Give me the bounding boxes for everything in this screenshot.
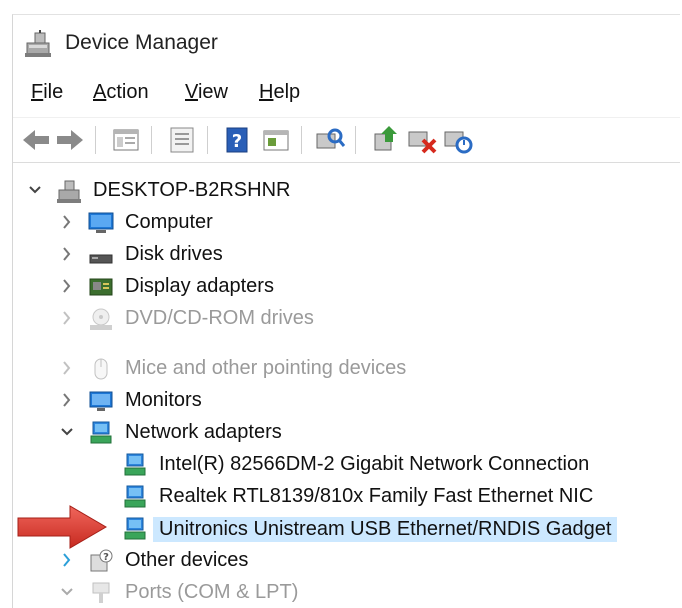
menu-help-rest: elp [273,81,301,103]
tree-item-computer[interactable]: Computer [13,207,680,239]
tree-root[interactable]: DESKTOP-B2RSHNR [13,175,680,207]
title-bar: Device Manager [13,15,680,73]
monitor-icon [89,391,113,411]
tree-item-monitors[interactable]: Monitors [13,385,680,417]
network-adapter-icon [90,421,112,444]
mouse-icon [94,358,108,380]
menu-bar: File Action View Help [13,77,680,113]
network-adapter-icon [124,485,146,508]
device-tree: DESKTOP-B2RSHNR Computer Disk drives Dis… [13,165,680,608]
tree-item-label: Mice and other pointing devices [125,357,407,379]
tree-child-intel-adapter[interactable]: Intel(R) 82566DM-2 Gigabit Network Conne… [13,449,680,481]
menu-view-rest: iew [197,81,228,103]
disk-drive-icon [89,254,113,264]
disable-device-icon[interactable] [441,124,475,156]
chevron-down-icon[interactable] [27,181,43,199]
toolbar-separator [151,126,152,154]
tree-item-dvd-drives[interactable]: DVD/CD-ROM drives [13,303,680,335]
chevron-right-icon[interactable] [59,309,75,327]
tree-item-label: Other devices [125,549,249,571]
chevron-right-icon[interactable] [59,551,75,569]
tree-child-label: Unitronics Unistream USB Ethernet/RNDIS … [153,517,618,542]
menu-view[interactable]: View [183,81,230,104]
tree-child-realtek-adapter[interactable]: Realtek RTL8139/810x Family Fast Etherne… [13,481,680,513]
tree-child-label: Intel(R) 82566DM-2 Gigabit Network Conne… [159,453,590,475]
show-hidden-icon[interactable] [259,124,293,156]
menu-action[interactable]: Action [91,81,151,104]
dvd-drive-icon [90,308,112,330]
menu-file-rest: ile [43,81,64,103]
add-driver-icon[interactable] [369,124,403,156]
menu-view-accel: V [185,81,198,103]
chevron-right-icon[interactable] [59,245,75,263]
svg-text:?: ? [232,131,242,152]
tree-item-ports[interactable]: Ports (COM & LPT) [13,577,680,608]
back-arrow-icon[interactable] [19,124,53,156]
display-adapter-icon [89,278,113,296]
update-driver-icon[interactable] [165,124,199,156]
tree-child-label: Realtek RTL8139/810x Family Fast Etherne… [159,485,594,507]
chevron-right-icon[interactable] [59,277,75,295]
tree-item-label: DVD/CD-ROM drives [125,307,314,329]
ports-icon [92,582,110,603]
tree-item-display-adapters[interactable]: Display adapters [13,271,680,303]
computer-root-icon [57,180,81,203]
menu-file[interactable]: File [29,81,65,104]
tree-item-mice[interactable]: Mice and other pointing devices [13,353,680,385]
menu-action-rest: ction [106,81,149,103]
toolbar-separator [207,126,208,154]
network-adapter-icon [124,453,146,476]
toolbar-separator [301,126,302,154]
window-title: Device Manager [65,31,218,54]
tree-item-network-adapters[interactable]: Network adapters [13,417,680,449]
toolbar-separator [95,126,96,154]
tree-item-label: Display adapters [125,275,274,297]
red-arrow-icon [17,505,107,549]
tree-root-label: DESKTOP-B2RSHNR [93,179,291,201]
chevron-right-icon[interactable] [59,391,75,409]
scan-hardware-icon[interactable] [313,124,347,156]
uninstall-device-icon[interactable] [405,124,439,156]
tree-item-disk-drives[interactable]: Disk drives [13,239,680,271]
chevron-right-icon[interactable] [59,359,75,377]
toolbar: ? [13,117,680,163]
menu-file-accel: F [31,81,44,103]
toolbar-separator [355,126,356,154]
svg-text:?: ? [103,552,109,563]
help-icon[interactable]: ? [221,124,255,156]
chevron-right-icon[interactable] [59,213,75,231]
tree-item-label: Ports (COM & LPT) [125,581,299,603]
menu-action-accel: A [93,81,107,103]
tree-item-label: Network adapters [125,421,282,443]
device-manager-window: Device Manager File Action View Help ? D… [12,14,680,608]
tree-item-label: Computer [125,211,213,233]
computer-icon [88,212,114,233]
chevron-down-icon[interactable] [59,423,75,441]
tree-item-label: Monitors [125,389,202,411]
network-adapter-icon [124,517,146,540]
forward-arrow-icon[interactable] [53,124,87,156]
tree-item-label: Disk drives [125,243,223,265]
menu-help-accel: H [259,81,274,103]
tree-child-unitronics-adapter[interactable]: Unitronics Unistream USB Ethernet/RNDIS … [13,513,680,545]
device-manager-icon [25,30,51,57]
chevron-down-icon[interactable] [59,583,75,601]
tree-item-other-devices[interactable]: ? Other devices [13,545,680,577]
properties-icon[interactable] [109,124,143,156]
menu-help[interactable]: Help [257,81,302,104]
